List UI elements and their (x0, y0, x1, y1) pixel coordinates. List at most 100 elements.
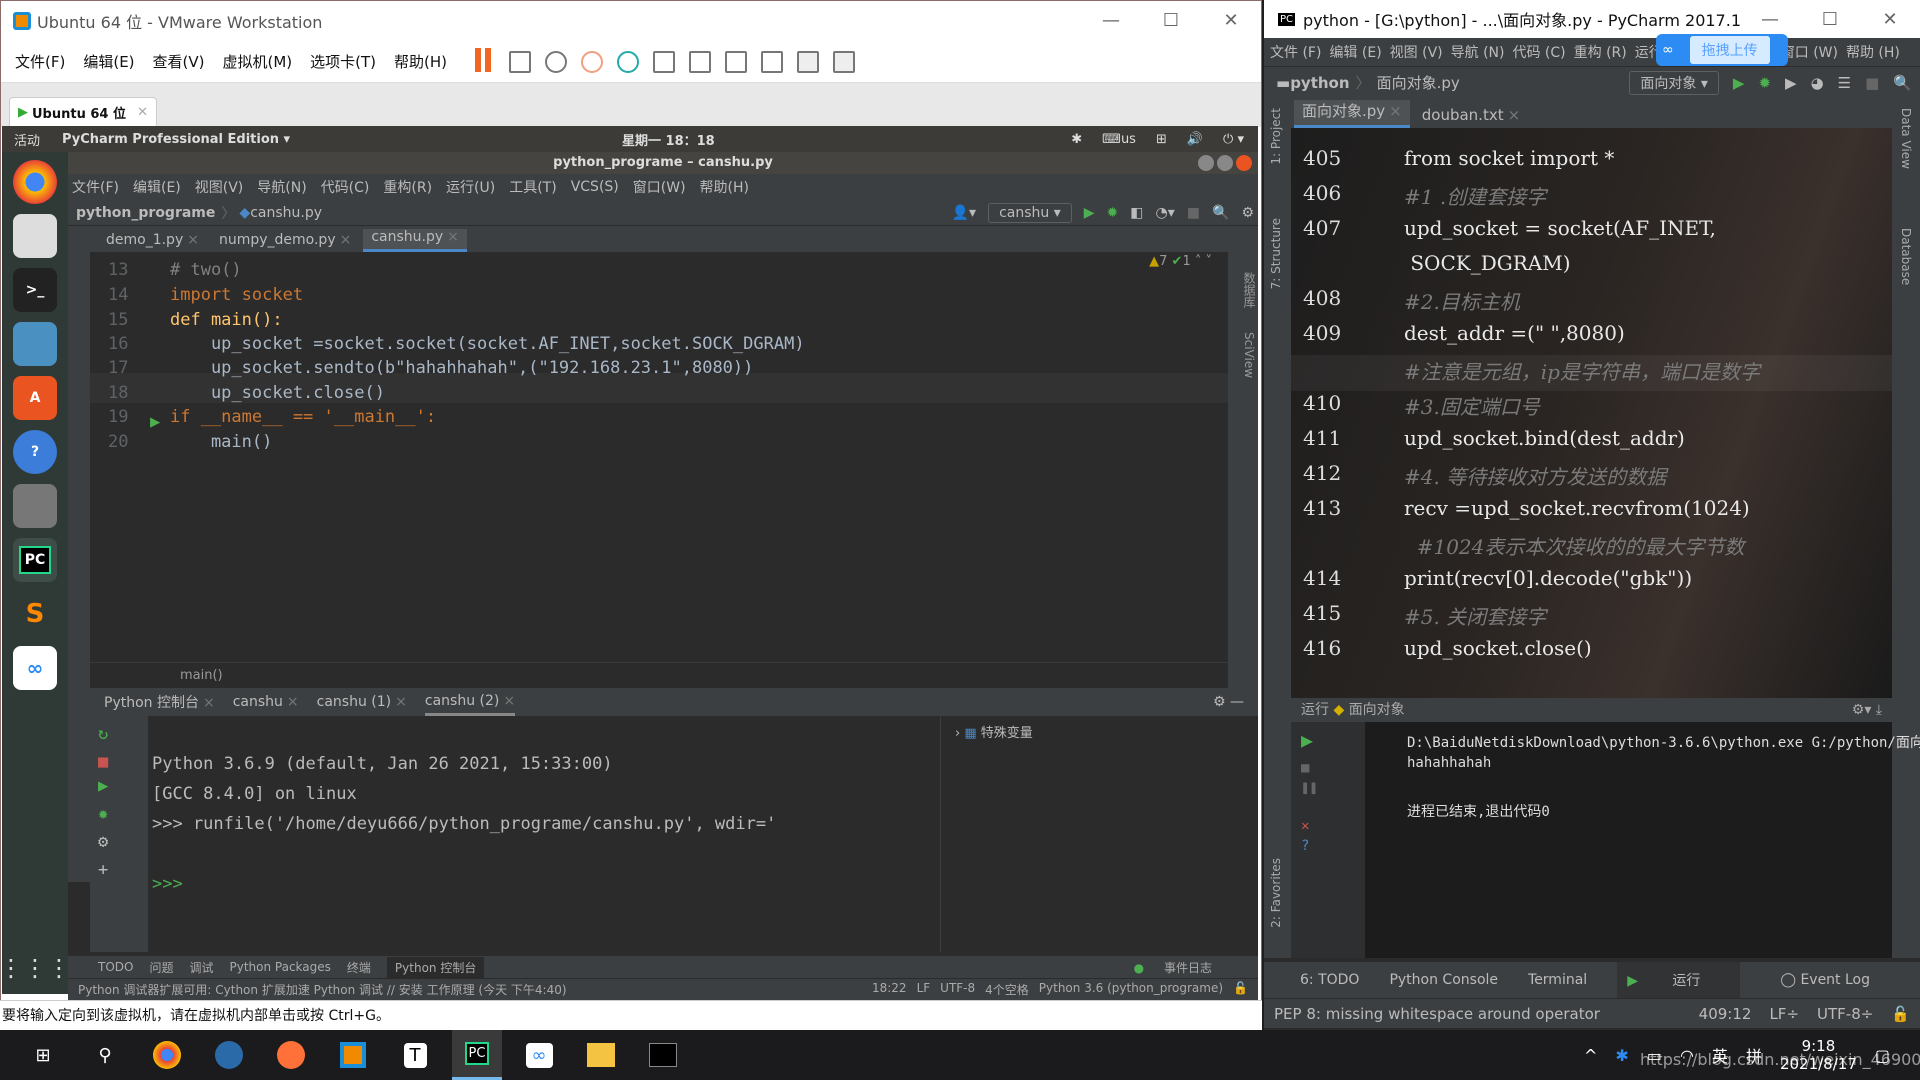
thumbnail-view-icon[interactable] (689, 50, 712, 73)
tool-todo[interactable]: TODO (98, 960, 133, 974)
tool-todo[interactable]: 6: TODO (1300, 972, 1359, 988)
files-icon[interactable] (13, 214, 57, 258)
breadcrumb-file[interactable]: canshu.py (250, 205, 322, 221)
console-tab[interactable]: canshu × (233, 690, 299, 714)
minimize-button[interactable] (1198, 155, 1214, 171)
start-button[interactable]: ⊞ (18, 1030, 68, 1080)
structure-tool-tab[interactable]: 7: Structure (1269, 218, 1283, 289)
tab-demo-1[interactable]: demo_1.py × (98, 232, 207, 252)
pause-icon[interactable]: ❚❚ (1291, 778, 1365, 798)
menu-view[interactable]: 查看(V) (153, 51, 205, 72)
add-icon[interactable]: + (90, 856, 148, 884)
libreoffice-icon[interactable] (13, 322, 57, 366)
coverage-icon[interactable]: ◧ (1130, 205, 1143, 221)
lock-icon[interactable]: 🔓 (1233, 981, 1248, 998)
minimize-button[interactable]: — (1081, 1, 1141, 39)
menu-code[interactable]: 代码 (C) (1512, 42, 1565, 62)
maximize-button[interactable] (1217, 155, 1233, 171)
special-variables[interactable]: 特殊变量 (981, 726, 1033, 741)
menu-view[interactable]: 视图 (V) (1390, 42, 1443, 62)
menu-edit[interactable]: 编辑(E) (83, 51, 134, 72)
tool-run[interactable]: ▶ 运行 (1617, 962, 1741, 998)
menu-edit[interactable]: 编辑(E) (133, 177, 181, 197)
favorites-tool-tab[interactable]: 2: Favorites (1269, 858, 1283, 928)
file-encoding[interactable]: UTF-8÷ (1817, 1005, 1873, 1023)
search-icon[interactable]: ⚲ (80, 1030, 130, 1080)
vm-tab-ubuntu[interactable]: ▶ Ubuntu 64 位 ✕ (9, 97, 157, 127)
menu-tools[interactable]: 工具(T) (509, 177, 556, 197)
settings-icon[interactable]: ⚙ (1241, 205, 1254, 221)
baidu-upload-widget[interactable]: ∞ 拖拽上传 (1656, 34, 1788, 66)
bluetooth-icon[interactable]: ✱ (1071, 132, 1082, 147)
unity-icon[interactable] (761, 50, 784, 73)
chrome-icon[interactable] (13, 160, 57, 204)
close-button[interactable] (1236, 155, 1252, 171)
stop-icon[interactable]: ■ (1187, 205, 1200, 221)
debug-icon[interactable]: ✹ (90, 800, 148, 828)
run-icon[interactable]: ▶ (1084, 205, 1095, 221)
code-breadcrumb[interactable]: main() (90, 662, 1228, 688)
console-tab-active[interactable]: canshu (2) × (424, 689, 516, 716)
stop-icon[interactable]: ■ (1291, 758, 1365, 778)
user-icon[interactable]: 👤▾ (952, 205, 976, 221)
tab-canshu[interactable]: canshu.py × (363, 229, 467, 252)
run-settings-icon[interactable]: ⚙▾ ⤓ (1852, 698, 1882, 722)
search-icon[interactable]: 🔍 (1893, 74, 1912, 92)
status-message[interactable]: Python 调试器扩展可用: Cython 扩展加速 Python 调试 //… (78, 981, 567, 998)
tool-python-console[interactable]: Python Console (1389, 972, 1498, 988)
chrome-icon[interactable] (142, 1030, 192, 1080)
maximize-button[interactable]: ☐ (1141, 1, 1201, 39)
firefox-icon[interactable] (266, 1030, 316, 1080)
pause-button[interactable] (475, 47, 495, 76)
file-encoding[interactable]: UTF-8 (940, 981, 975, 998)
menu-window[interactable]: 窗口 (W) (1781, 42, 1838, 62)
console-prompt[interactable]: >>> (152, 874, 183, 894)
event-log[interactable]: ◯ Event Log (1780, 972, 1900, 988)
ubuntu-clock[interactable]: 星期一 18：18 (622, 130, 715, 149)
database-tool-tab[interactable]: 数据库 (1242, 272, 1256, 308)
console-view-icon[interactable] (797, 50, 820, 73)
menu-vcs[interactable]: VCS(S) (571, 179, 619, 195)
file-explorer-icon[interactable] (576, 1030, 626, 1080)
line-separator[interactable]: LF÷ (1769, 1005, 1799, 1023)
breadcrumb-file[interactable]: 面向对象.py (1377, 72, 1460, 93)
breadcrumb-project[interactable]: python (1290, 74, 1349, 92)
tool-debug[interactable]: 调试 (189, 959, 213, 976)
tab-douban[interactable]: douban.txt × (1414, 106, 1528, 128)
line-separator[interactable]: LF (917, 981, 931, 998)
menu-file[interactable]: 文件(F) (15, 51, 65, 72)
show-hidden-icons[interactable]: ^ (1584, 1046, 1597, 1065)
tool-terminal[interactable]: 终端 (347, 959, 371, 976)
send-ctrl-alt-del-icon[interactable] (509, 50, 532, 73)
terminal-icon[interactable]: >_ (13, 268, 57, 312)
status-message[interactable]: PEP 8: missing whitespace around operato… (1274, 1005, 1600, 1023)
bluetooth-icon[interactable]: ✱ (1615, 1046, 1628, 1065)
concurrency-icon[interactable]: ☰ (1838, 74, 1851, 92)
settings-icon[interactable] (13, 484, 57, 528)
project-tool-tab[interactable]: 1: Project (1269, 108, 1283, 165)
menu-window[interactable]: 窗口(W) (633, 177, 686, 197)
event-log[interactable]: ● 事件日志 (1134, 959, 1228, 976)
menu-help[interactable]: 帮助 (H) (1846, 42, 1900, 62)
activities-button[interactable]: 活动 (2, 130, 62, 149)
help-icon[interactable]: ? (13, 430, 57, 474)
run-config-select[interactable]: 面向对象 ▾ (1629, 70, 1719, 95)
debug-icon[interactable]: ✹ (1758, 74, 1771, 92)
close-run-icon[interactable]: ✕ (1291, 798, 1365, 836)
tool-python-packages[interactable]: Python Packages (230, 960, 331, 974)
menu-file[interactable]: 文件(F) (72, 177, 119, 197)
code-editor[interactable]: ▲7 ✔1 ˄ ˅ 13 14 15 16 17 18 19 20 ▶ # tw… (90, 252, 1228, 662)
pycharm-dock-icon[interactable]: PC (13, 538, 57, 582)
maximize-button[interactable]: ☐ (1800, 0, 1860, 38)
menu-tabs[interactable]: 选项卡(T) (310, 51, 376, 72)
show-applications-icon[interactable]: ⋮⋮⋮ (0, 954, 71, 982)
settings-icon[interactable]: ⚙ (90, 828, 148, 856)
keyboard-layout[interactable]: ⌨us (1102, 132, 1136, 147)
stretch-icon[interactable] (833, 50, 856, 73)
menu-refactor[interactable]: 重构 (R) (1574, 42, 1627, 62)
pycharm-taskbar-icon[interactable]: PC (452, 1030, 502, 1080)
revert-snapshot-icon[interactable] (581, 50, 604, 73)
close-button[interactable]: ✕ (1860, 0, 1920, 38)
execute-icon[interactable]: ▶ (90, 772, 148, 800)
menu-help[interactable]: 帮助(H) (700, 177, 749, 197)
